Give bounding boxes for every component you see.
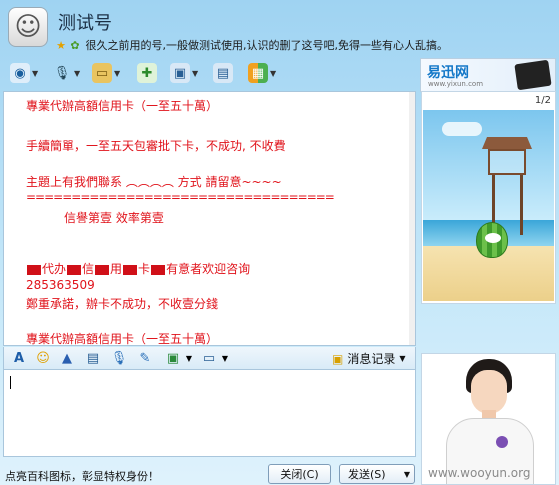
webcam-icon: ◉	[10, 63, 30, 83]
chevron-down-icon: ▼	[114, 68, 121, 78]
chevron-down-icon: ▼	[399, 354, 406, 363]
window-header: ☺ 测试号 ★ ✿ 很久之前用的号,一般做测试使用,认识的删了这号吧,免得一些有心…	[0, 0, 559, 56]
add-group-icon: ✚	[137, 63, 157, 83]
cloud	[442, 122, 482, 136]
share-screen-button[interactable]: ▤	[213, 62, 233, 84]
chat-window: ☺ 测试号 ★ ✿ 很久之前用的号,一般做测试使用,认识的删了这号吧,免得一些有心…	[0, 0, 559, 485]
chevron-down-icon[interactable]: ▼	[180, 349, 198, 367]
redaction-block	[95, 264, 110, 275]
tower-leg	[520, 175, 523, 235]
font-icon[interactable]: A	[10, 349, 28, 367]
contact-signature: 很久之前用的号,一般做测试使用,认识的删了这号吧,免得一些有心人乱搞。	[85, 39, 449, 52]
ad-banner[interactable]: 易迅网 www.yixun.com	[420, 58, 556, 92]
folder-icon: ▭	[92, 63, 112, 83]
remote-assist-button[interactable]: ▣ ▼	[170, 62, 198, 84]
message-line: 手續簡單，一至五天包審批下卡，不成功, 不收費	[26, 139, 286, 153]
face	[471, 370, 507, 414]
text-caret	[10, 376, 11, 389]
format-toolbar: A ☺ ▲ ▤ 🎙 ✎ ▣ ▼ ▭ ▼ ▣ 消息记录 ▼	[3, 347, 416, 369]
show-pager[interactable]: 1/2	[535, 95, 551, 106]
redaction-block	[151, 264, 166, 275]
apps-grid-icon: ▦	[248, 63, 268, 83]
emoticon-icon[interactable]: ☺	[34, 349, 52, 367]
redaction-block	[27, 264, 41, 275]
voice-call-button[interactable]: 🎙 ▼	[52, 62, 80, 84]
lifeguard-tower	[488, 149, 526, 175]
message-line: 專業代辦高額信用卡（一至五十萬）	[26, 99, 219, 113]
message-history-button[interactable]: ▣ 消息记录 ▼	[332, 350, 406, 367]
show-panel[interactable]: 1/2	[421, 91, 556, 304]
create-group-button[interactable]: ✚	[137, 62, 157, 84]
footer-hint[interactable]: 点亮百科图标，彰显特权身份！	[5, 468, 159, 484]
avatar-figure[interactable]: www.wooyun.org	[421, 353, 556, 485]
watermark: www.wooyun.org	[428, 466, 531, 480]
footer-bar: 点亮百科图标，彰显特权身份！ 关闭(C) 发送(S) ▼	[0, 460, 420, 485]
send-button[interactable]: 发送(S) ▼	[339, 464, 415, 484]
video-call-button[interactable]: ◉ ▼	[10, 62, 38, 84]
doodle-icon[interactable]: ✎	[136, 349, 154, 367]
message-line: 主題上有我們聯系 ︵︵︵︵ 方式 請留意~~~~	[26, 175, 282, 189]
toolbar: ◉ ▼ 🎙 ▼ ▭ ▼ ✚ ▣ ▼ ▤ ▦ ▼	[0, 58, 420, 88]
message-separator: ==================================	[26, 190, 335, 204]
monitor-icon: ▣	[170, 63, 190, 83]
voice-message-icon[interactable]: 🎙	[110, 349, 128, 367]
chevron-down-icon: ▼	[74, 68, 81, 78]
chevron-down-icon: ▼	[32, 68, 39, 78]
chevron-down-icon: ▼	[270, 68, 277, 78]
message-line: 專業代辦高額信用卡（一至五十萬）	[26, 332, 219, 346]
apps-button[interactable]: ▦ ▼	[248, 62, 276, 84]
message-line: 285363509	[26, 278, 95, 292]
right-panel: 1/2 www.wooyun.org	[421, 91, 556, 485]
close-button[interactable]: 关闭(C)	[268, 464, 331, 484]
microphone-icon: 🎙	[53, 65, 71, 81]
chevron-down-icon: ▼	[192, 68, 199, 78]
contact-signature-row: ★ ✿ 很久之前用的号,一般做测试使用,认识的删了这号吧,免得一些有心人乱搞。	[54, 37, 448, 53]
ad-logo: 易迅网	[427, 65, 469, 81]
shirt-logo	[496, 436, 508, 448]
avatar[interactable]: ☺	[8, 7, 48, 47]
history-icon: ▣	[332, 351, 344, 366]
phone-image	[514, 59, 552, 91]
screen-share-icon: ▤	[213, 63, 233, 83]
character-face	[485, 233, 501, 243]
send-file-button[interactable]: ▭ ▼	[92, 62, 120, 84]
chat-scrollbar[interactable]	[409, 92, 415, 345]
send-label: 发送(S)	[348, 468, 386, 481]
watermelon-character	[476, 222, 508, 258]
qzone-icon[interactable]: ✿	[68, 39, 82, 52]
message-line: 鄭重承諾，辦卡不成功，不收壹分錢	[26, 297, 219, 311]
chevron-down-icon[interactable]: ▼	[404, 470, 410, 479]
crown-icon[interactable]: ★	[54, 39, 68, 52]
lifeguard-tower-roof	[482, 137, 532, 149]
video-clip-icon[interactable]: ▤	[84, 349, 102, 367]
history-label: 消息记录	[347, 352, 396, 366]
redaction-block	[123, 264, 138, 275]
message-line: 代办信用卡有意者欢迎咨询	[26, 260, 250, 277]
message-line: 信譽第壹 效率第壹	[64, 211, 164, 225]
chevron-down-icon[interactable]: ▼	[216, 349, 234, 367]
magic-icon[interactable]: ▲	[58, 349, 76, 367]
ad-url: www.yixun.com	[428, 80, 484, 88]
contact-name: 测试号	[58, 13, 112, 34]
message-input[interactable]	[3, 369, 416, 457]
redaction-block	[67, 264, 82, 275]
message-history[interactable]: 專業代辦高額信用卡（一至五十萬） 手續簡單，一至五天包審批下卡，不成功, 不收費…	[3, 91, 416, 346]
